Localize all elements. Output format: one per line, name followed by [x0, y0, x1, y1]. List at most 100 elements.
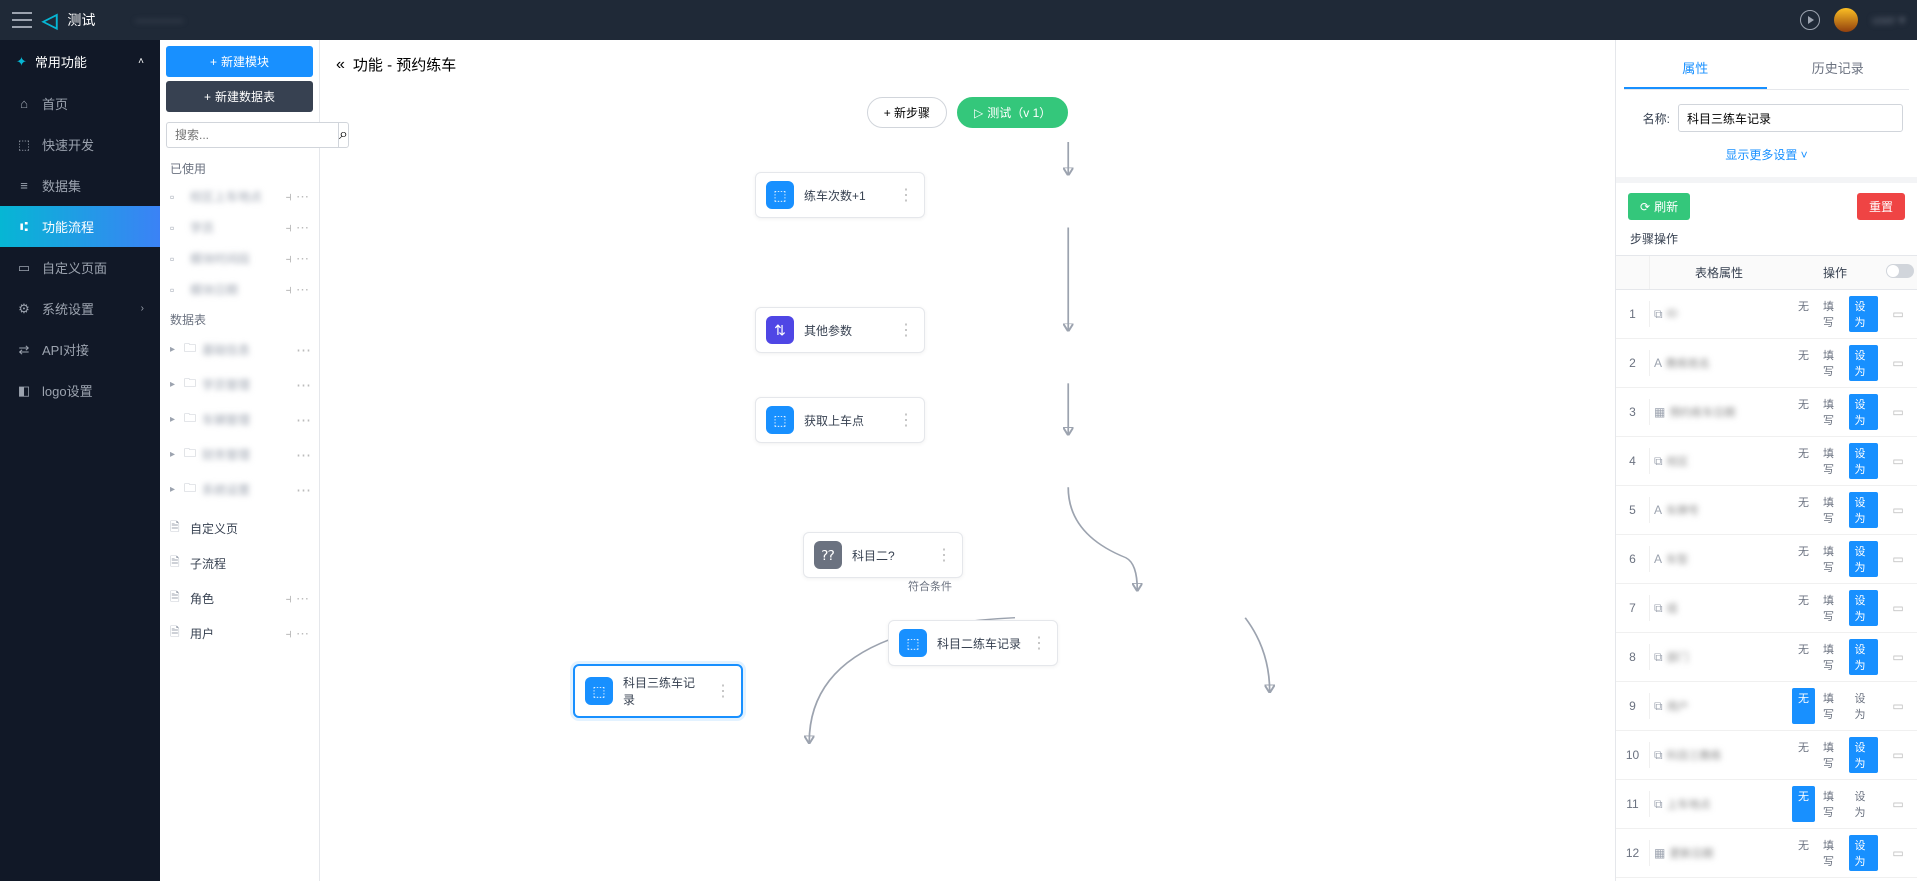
tab-history[interactable]: 历史记录 [1767, 48, 1910, 89]
play-icon[interactable] [1800, 10, 1820, 30]
op-chip[interactable]: 设为 [1849, 737, 1879, 773]
used-item[interactable]: ▫模块时间段⫞⋯ [160, 243, 319, 274]
op-chip[interactable]: 设为 [1849, 835, 1879, 871]
comment-icon[interactable]: ▭ [1882, 301, 1914, 327]
op-chip[interactable]: 无 [1792, 296, 1815, 332]
op-chip[interactable]: 无 [1792, 639, 1815, 675]
comment-icon[interactable]: ▭ [1882, 546, 1914, 572]
op-chip[interactable]: 无 [1792, 688, 1815, 724]
toggle-all[interactable] [1886, 264, 1914, 278]
node-menu-icon[interactable]: ⋮ [898, 410, 914, 430]
sidebar-item-page[interactable]: ▭自定义页面 [0, 247, 160, 288]
folder-item[interactable]: ▸🗀基础信息⋯ [160, 332, 319, 367]
comment-icon[interactable]: ▭ [1882, 742, 1914, 768]
tree-item[interactable]: 🗎自定义页 [160, 511, 319, 546]
sidebar-item-api[interactable]: ⇄API对接 [0, 329, 160, 370]
sidebar-section-head[interactable]: ✦ 常用功能 ˄ [0, 40, 160, 83]
op-chip[interactable]: 设为 [1849, 296, 1879, 332]
node-menu-icon[interactable]: ⋮ [936, 545, 952, 565]
tab-properties[interactable]: 属性 [1624, 48, 1767, 89]
op-chip[interactable]: 无 [1792, 443, 1815, 479]
show-more-link[interactable]: 显示更多设置 ˅ [1616, 138, 1917, 177]
op-chip[interactable]: 无 [1792, 590, 1815, 626]
more-icon[interactable]: ⋯ [296, 446, 319, 464]
op-chip[interactable]: 无 [1792, 786, 1815, 822]
back-button[interactable]: « [336, 56, 345, 74]
comment-icon[interactable]: ▭ [1882, 399, 1914, 425]
sidebar-item-flow[interactable]: ⑆功能流程 [0, 206, 160, 247]
op-chip[interactable]: 填写 [1817, 737, 1847, 773]
new-module-button[interactable]: +新建模块 [166, 46, 313, 77]
op-chip[interactable]: 设为 [1849, 688, 1879, 724]
sidebar-item-db[interactable]: ≡数据集 [0, 165, 160, 206]
op-chip[interactable]: 设为 [1849, 443, 1879, 479]
node-menu-icon[interactable]: ⋮ [898, 185, 914, 205]
op-chip[interactable]: 填写 [1817, 688, 1847, 724]
op-chip[interactable]: 设为 [1849, 639, 1879, 675]
menu-toggle-icon[interactable] [12, 12, 32, 28]
more-icon[interactable]: ⋯ [296, 376, 319, 394]
op-chip[interactable]: 填写 [1817, 541, 1847, 577]
flow-node[interactable]: ⬚获取上车点⋮ [755, 397, 925, 443]
flow-canvas[interactable]: ⬚练车次数+1⋮ ⇅其他参数⋮ ⬚获取上车点⋮ ⁇科目二?⋮ ⬚科目二练车记录⋮ ⬚科目三… [320, 142, 1615, 881]
new-table-button[interactable]: +新建数据表 [166, 81, 313, 112]
folder-item[interactable]: ▸🗀车辆管理⋯ [160, 402, 319, 437]
sidebar-item-gear[interactable]: ⚙系统设置› [0, 288, 160, 329]
used-item[interactable]: ▫模块日期⫞⋯ [160, 274, 319, 305]
comment-icon[interactable]: ▭ [1882, 840, 1914, 866]
op-chip[interactable]: 填写 [1817, 345, 1847, 381]
comment-icon[interactable]: ▭ [1882, 595, 1914, 621]
comment-icon[interactable]: ▭ [1882, 497, 1914, 523]
op-chip[interactable]: 填写 [1817, 296, 1847, 332]
comment-icon[interactable]: ▭ [1882, 791, 1914, 817]
op-chip[interactable]: 填写 [1817, 835, 1847, 871]
op-chip[interactable]: 填写 [1817, 590, 1847, 626]
op-chip[interactable]: 填写 [1817, 786, 1847, 822]
op-chip[interactable]: 无 [1792, 541, 1815, 577]
flow-node[interactable]: ⬚科目二练车记录⋮ [888, 620, 1058, 666]
folder-item[interactable]: ▸🗀财务管理⋯ [160, 437, 319, 472]
sidebar-item-cube[interactable]: ⬚快速开发 [0, 124, 160, 165]
comment-icon[interactable]: ▭ [1882, 350, 1914, 376]
op-chip[interactable]: 填写 [1817, 394, 1847, 430]
node-menu-icon[interactable]: ⋮ [715, 681, 731, 701]
op-chip[interactable]: 设为 [1849, 590, 1879, 626]
comment-icon[interactable]: ▭ [1882, 448, 1914, 474]
op-chip[interactable]: 设为 [1849, 786, 1879, 822]
op-chip[interactable]: 无 [1792, 345, 1815, 381]
op-chip[interactable]: 填写 [1817, 443, 1847, 479]
flow-node[interactable]: ⁇科目二?⋮ [803, 532, 963, 578]
op-chip[interactable]: 无 [1792, 737, 1815, 773]
new-step-button[interactable]: + 新步骤 [867, 97, 947, 128]
tree-item[interactable]: 🗎角色⫞⋯ [160, 581, 319, 616]
op-chip[interactable]: 无 [1792, 835, 1815, 871]
comment-icon[interactable]: ▭ [1882, 693, 1914, 719]
op-chip[interactable]: 设为 [1849, 345, 1879, 381]
op-chip[interactable]: 设为 [1849, 541, 1879, 577]
more-icon[interactable]: ⋯ [296, 481, 319, 499]
tree-item[interactable]: 🗎子流程 [160, 546, 319, 581]
op-chip[interactable]: 填写 [1817, 492, 1847, 528]
op-chip[interactable]: 设为 [1849, 394, 1879, 430]
comment-icon[interactable]: ▭ [1882, 644, 1914, 670]
flow-node[interactable]: ⬚科目三练车记录⋮ [573, 664, 743, 718]
more-icon[interactable]: ⋯ [296, 341, 319, 359]
flow-node[interactable]: ⬚练车次数+1⋮ [755, 172, 925, 218]
op-chip[interactable]: 填写 [1817, 639, 1847, 675]
name-input[interactable] [1678, 104, 1903, 132]
op-chip[interactable]: 无 [1792, 394, 1815, 430]
node-menu-icon[interactable]: ⋮ [898, 320, 914, 340]
test-button[interactable]: ▷测试（v 1） [957, 97, 1068, 128]
refresh-button[interactable]: ⟳刷新 [1628, 193, 1690, 220]
op-chip[interactable]: 无 [1792, 492, 1815, 528]
node-menu-icon[interactable]: ⋮ [1031, 633, 1047, 653]
search-input[interactable] [166, 122, 338, 148]
tree-item[interactable]: 🗎用户⫞⋯ [160, 616, 319, 651]
sidebar-item-logo[interactable]: ◧logo设置 [0, 370, 160, 411]
more-icon[interactable]: ⋯ [296, 411, 319, 429]
used-item[interactable]: ▫校区上车地点⫞⋯ [160, 181, 319, 212]
sidebar-item-home[interactable]: ⌂首页 [0, 83, 160, 124]
op-chip[interactable]: 设为 [1849, 492, 1879, 528]
flow-node[interactable]: ⇅其他参数⋮ [755, 307, 925, 353]
avatar[interactable] [1834, 8, 1858, 32]
